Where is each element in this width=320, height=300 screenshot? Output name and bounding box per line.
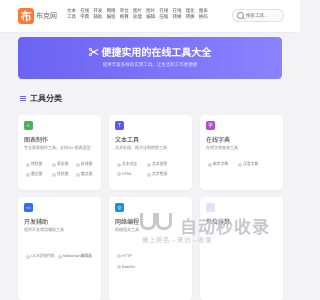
nav-item-dev[interactable]: 开发辅助 (92, 8, 103, 20)
nav-item-image[interactable]: 图片处理 (132, 8, 143, 20)
nav-item-science[interactable]: 理化转换 (185, 8, 196, 20)
tag-icon (52, 162, 56, 167)
section-heading: 工具分类 (20, 93, 62, 104)
tag[interactable]: 文字检测 (147, 172, 167, 177)
grid-icon (20, 95, 26, 102)
card-title: 文本工具 (115, 138, 140, 144)
tag[interactable]: 汉语字典 (238, 162, 258, 167)
card-title: 开发辅助 (24, 220, 49, 226)
tag-icon (26, 254, 30, 259)
dictionary-icon: 字 (206, 121, 215, 130)
card-description: 程序开发常用辅助工具 (24, 227, 64, 232)
card-description: 文本处理、格式化和转换工具 (115, 145, 167, 150)
tag-icon (208, 162, 212, 167)
tag[interactable]: 文本加密 (147, 162, 167, 167)
category-card-dev[interactable]: </> 开发辅助 程序开发常用辅助工具 OCR识别代码 Markdown编辑器 (18, 197, 101, 300)
category-card-dictionary[interactable]: 字 在线字典 在线字典查询工具 新华字典 汉语字典 (200, 115, 283, 190)
text-icon: T (115, 121, 124, 130)
tag[interactable]: 新华字典 (208, 162, 228, 167)
hero-title: ✂ 便捷实用的在线工具大全 (88, 48, 212, 59)
section-title: 工具分类 (30, 94, 62, 103)
tag-icon (238, 162, 242, 167)
tag[interactable]: OCR识别代码 (26, 254, 55, 259)
tag[interactable]: 文本对比 (117, 162, 137, 167)
card-description: 专业图表制作工具，支持20+图表类型 (24, 145, 91, 150)
watermark-logo-icon (140, 211, 176, 231)
tag-icon (147, 172, 151, 177)
nav-item-units[interactable]: 单位换算 (119, 8, 130, 20)
tag[interactable]: 雷达图 (26, 172, 42, 177)
code-icon: </> (24, 203, 33, 212)
main-nav: 文本工具 在线字典 开发辅助 网络编程 单位换算 图片处理 图片编辑 在线压缩 … (66, 8, 211, 20)
tag[interactable]: Base64 (117, 265, 135, 269)
tag[interactable]: 条形图 (52, 162, 68, 167)
nav-item-text-tools[interactable]: 文本工具 (66, 8, 77, 20)
tag[interactable]: 饼状图 (26, 162, 42, 167)
nav-item-encode[interactable]: 图表换码 (198, 8, 209, 20)
tag-icon (26, 172, 30, 177)
site-logo[interactable]: 布 布克网 (18, 8, 57, 24)
network-icon: ◎ (115, 203, 124, 212)
tag[interactable]: 折线图 (76, 162, 92, 167)
card-title: 图表制作 (24, 138, 49, 144)
card-description: 在线字典查询工具 (206, 145, 238, 150)
tag[interactable]: 散点图 (76, 172, 92, 177)
search-box[interactable] (232, 9, 284, 22)
chart-icon: ◐ (24, 121, 33, 130)
card-title: 在线字典 (206, 138, 231, 144)
nav-item-image-edit[interactable]: 图片编辑 (145, 8, 156, 20)
nav-item-convert[interactable]: 在线转换 (172, 8, 183, 20)
tag-icon (147, 162, 151, 167)
nav-item-network[interactable]: 网络编程 (106, 8, 117, 20)
tag-icon (117, 172, 121, 176)
logo-icon: 布 (18, 8, 34, 24)
tag-icon (26, 162, 30, 167)
tag-icon (76, 162, 80, 167)
watermark-subtext: 做上排名→来访→收录 (142, 237, 212, 244)
tag[interactable]: HTML (117, 172, 132, 176)
top-bar: 布 布克网 文本工具 在线字典 开发辅助 网络编程 单位换算 图片处理 图片编辑… (0, 0, 300, 33)
hero-banner: ✂ 便捷实用的在线工具大全 提供丰富多样的实用工具，让生活和工作更便捷 (18, 37, 282, 79)
tag-icon (117, 162, 121, 167)
tag-icon (117, 254, 121, 258)
logo-text: 布克网 (36, 13, 57, 20)
tag[interactable]: Markdown编辑器 (58, 254, 92, 259)
tag[interactable]: HTTP (117, 254, 132, 258)
tag[interactable]: 柱状图 (52, 172, 68, 177)
category-card-text[interactable]: T 文本工具 文本处理、格式化和转换工具 文本对比 文本加密 HTML 文字检测 (109, 115, 192, 190)
tag-icon (76, 172, 80, 177)
tag-icon (58, 254, 62, 259)
search-input[interactable] (246, 13, 282, 18)
watermark-overlay: 自动秒收录 做上排名→来访→收录 (132, 211, 282, 251)
tag-icon (52, 172, 56, 177)
nav-item-compress[interactable]: 在线压缩 (158, 8, 169, 20)
tag-icon (117, 265, 121, 269)
nav-item-dictionary[interactable]: 在线字典 (79, 8, 90, 20)
hero-subtitle: 提供丰富多样的实用工具，让生活和工作更便捷 (102, 62, 198, 67)
category-card-chart[interactable]: ◐ 图表制作 专业图表制作工具，支持20+图表类型 饼状图 条形图 折线图 雷达… (18, 115, 101, 190)
search-icon[interactable] (237, 12, 244, 19)
